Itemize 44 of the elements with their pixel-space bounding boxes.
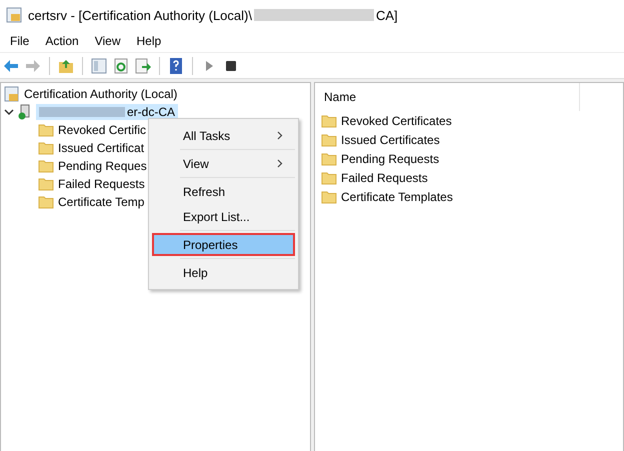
tree-item[interactable]: Pending Reques	[58, 159, 147, 173]
menu-item[interactable]: File	[2, 34, 38, 48]
list-item[interactable]: Certificate Templates	[341, 190, 453, 204]
refresh-icon[interactable]	[112, 56, 130, 74]
context-menu-item[interactable]: View	[152, 152, 295, 175]
folder-icon	[321, 152, 337, 166]
node-label: er-dc-CA	[127, 105, 176, 119]
authority-icon	[4, 86, 20, 102]
folder-icon	[38, 159, 54, 173]
folder-icon	[38, 195, 54, 209]
folder-icon	[38, 141, 54, 155]
menu-item[interactable]: Action	[37, 34, 87, 48]
app-icon	[6, 7, 22, 23]
menu-item[interactable]: Help	[128, 34, 170, 48]
help-icon[interactable]	[167, 56, 185, 74]
context-menu-item[interactable]: All Tasks	[152, 124, 295, 147]
server-icon	[18, 104, 32, 120]
list-item[interactable]: Failed Requests	[341, 170, 428, 184]
context-menu-item[interactable]: Properties	[152, 233, 295, 256]
folder-icon	[321, 170, 337, 184]
list-item[interactable]: Revoked Certificates	[341, 114, 452, 128]
tree-item[interactable]: Failed Requests	[58, 177, 145, 191]
window-title: certsrv - [Certification Authority (Local)\	[28, 8, 252, 22]
window-title: CA]	[376, 8, 398, 22]
folder-icon	[321, 114, 337, 128]
list-item[interactable]: Issued Certificates	[341, 132, 440, 146]
context-menu-item[interactable]: Export List...	[152, 205, 295, 228]
context-menu-item[interactable]: Refresh	[152, 180, 295, 203]
tree-item[interactable]: Certification Authority (Local)	[24, 87, 178, 101]
folder-icon	[321, 190, 337, 204]
tree-item[interactable]: Certificate Temp	[58, 195, 144, 209]
menu-item[interactable]: View	[86, 34, 128, 48]
list-item[interactable]: Pending Requests	[341, 152, 440, 166]
expand-chevron-icon[interactable]	[4, 107, 14, 117]
folder-icon	[38, 177, 54, 191]
folder-icon	[38, 123, 54, 137]
export-icon[interactable]	[134, 56, 152, 74]
tree-item[interactable]: Revoked Certific	[58, 123, 146, 137]
console-tree-icon[interactable]	[90, 56, 108, 74]
context-menu-item[interactable]: Help	[152, 261, 295, 284]
tree-item[interactable]: Issued Certificat	[58, 141, 144, 155]
column-header[interactable]: Name	[315, 83, 580, 111]
tree-item[interactable]: er-dc-CA	[36, 104, 178, 120]
folder-icon	[321, 132, 337, 146]
